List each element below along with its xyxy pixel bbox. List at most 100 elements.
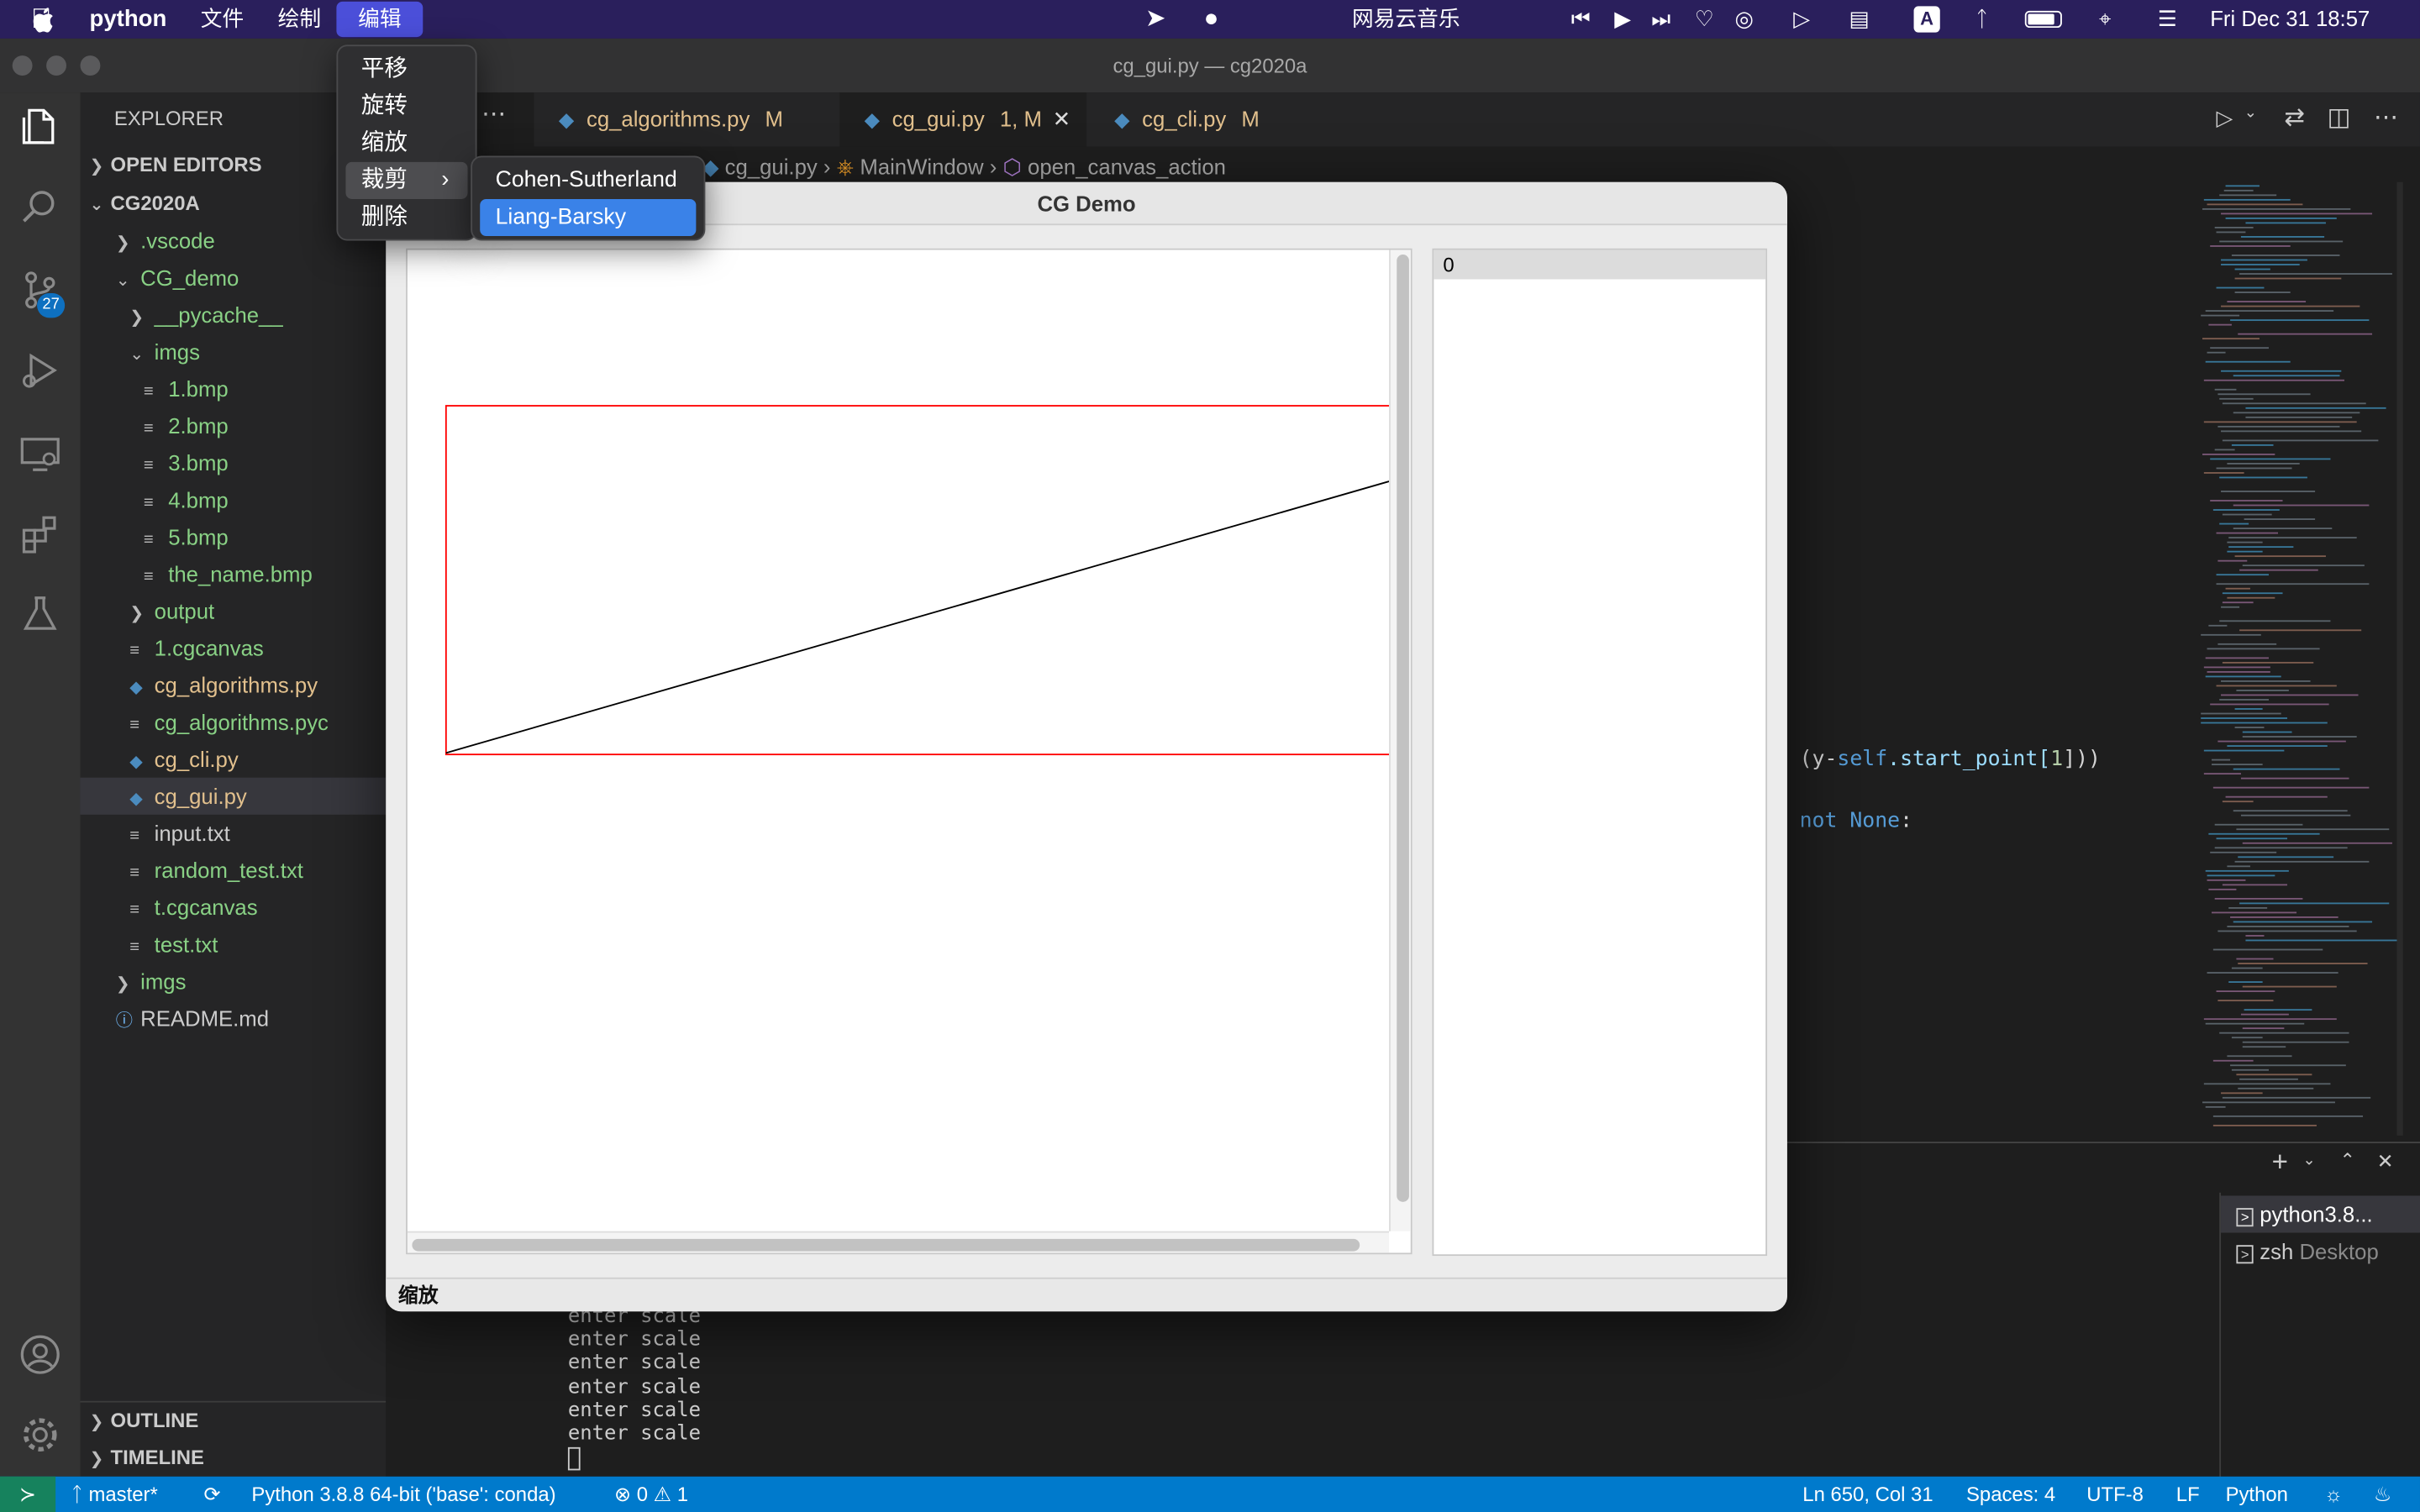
encoding[interactable]: UTF-8 xyxy=(2086,1477,2144,1512)
minimap[interactable] xyxy=(2195,182,2401,1136)
heart-icon[interactable]: ♡ xyxy=(1695,0,1714,39)
search-icon[interactable] xyxy=(18,185,61,228)
tree-item[interactable]: ⌄ CG_demo xyxy=(81,260,387,297)
netease-icon[interactable]: ◎ xyxy=(1734,0,1753,39)
play-icon[interactable]: ▶ xyxy=(1614,0,1631,39)
menu-edit[interactable]: 编辑 xyxy=(336,1,424,38)
list-header[interactable]: 0 xyxy=(1434,249,1766,280)
menu-item-translate[interactable]: 平移 xyxy=(345,51,467,88)
control-center-icon[interactable]: ☰ xyxy=(2158,0,2177,39)
input-source-icon[interactable]: A xyxy=(1913,6,1940,33)
menu-item-clip[interactable]: 裁剪 › xyxy=(345,161,468,199)
remote-explorer-icon[interactable] xyxy=(18,432,61,475)
vertical-scrollbar[interactable] xyxy=(1389,249,1411,1231)
split-editor-icon[interactable]: ◫ xyxy=(2328,102,2351,133)
terminal-session-python[interactable]: > python3.8... xyxy=(2221,1195,2420,1233)
tree-item[interactable]: ❯ output xyxy=(81,592,387,629)
run-debug-icon[interactable] xyxy=(18,349,61,391)
end-of-line[interactable]: LF xyxy=(2176,1477,2200,1512)
breadcrumb-class[interactable]: MainWindow xyxy=(860,155,983,179)
extensions-icon[interactable] xyxy=(18,512,61,555)
tree-item[interactable]: ≡ input.txt xyxy=(81,815,387,852)
next-track-icon[interactable]: ⏭ xyxy=(1651,0,1670,39)
horizontal-scrollbar[interactable] xyxy=(407,1231,1390,1253)
qq-icon[interactable]: ● xyxy=(1204,0,1219,39)
close-window-button[interactable] xyxy=(12,55,33,76)
problems-indicator[interactable]: ⊗ 0 ⚠ 1 xyxy=(614,1477,688,1512)
notifications-bell-icon[interactable]: ♨ xyxy=(2374,1477,2391,1512)
tab-cg-cli[interactable]: ◆ cg_cli.py M xyxy=(1090,92,1293,146)
tree-item[interactable]: ≡ 2.bmp xyxy=(81,407,387,444)
tab-cg-algorithms[interactable]: ◆ cg_algorithms.py M xyxy=(534,92,840,146)
account-icon[interactable] xyxy=(18,1333,61,1376)
tree-item[interactable]: ≡ t.cgcanvas xyxy=(81,889,387,926)
testing-icon[interactable] xyxy=(18,592,61,635)
terminal-session-zsh[interactable]: > zsh Desktop xyxy=(2221,1233,2420,1270)
tree-item[interactable]: ≡ 3.bmp xyxy=(81,444,387,481)
send-icon[interactable]: ➤ xyxy=(1145,0,1166,39)
tree-item[interactable]: ≡ random_test.txt xyxy=(81,852,387,889)
tree-item[interactable]: ❯ imgs xyxy=(81,963,387,1000)
remote-indicator-icon[interactable]: ≻ xyxy=(0,1476,56,1512)
menu-item-rotate[interactable]: 旋转 xyxy=(345,88,467,125)
timeline-section[interactable]: ❯ TIMELINE xyxy=(90,1440,204,1477)
indentation[interactable]: Spaces: 4 xyxy=(1966,1477,2055,1512)
close-tab-icon[interactable]: ✕ xyxy=(1053,92,1071,146)
tree-item[interactable]: ❯ __pycache__ xyxy=(81,297,387,333)
app-menu-python[interactable]: python xyxy=(90,0,167,39)
tree-item[interactable]: ≡ 1.cgcanvas xyxy=(81,629,387,666)
menu-file[interactable]: 文件 xyxy=(201,0,244,39)
terminal-output[interactable]: enter scale enter scale enter scale enter s… xyxy=(568,1305,701,1446)
more-actions-icon[interactable]: ⋯ xyxy=(2374,102,2398,133)
horizontal-scroll-thumb[interactable] xyxy=(412,1238,1360,1252)
breadcrumb-file[interactable]: cg_gui.py xyxy=(725,155,818,179)
clock[interactable]: Fri Dec 31 18:57 xyxy=(2210,0,2370,39)
menu-item-liang-barsky[interactable]: Liang-Barsky xyxy=(480,198,697,237)
tree-item[interactable]: ≡ cg_algorithms.pyc xyxy=(81,704,387,741)
feedback-icon[interactable]: ☼ xyxy=(2324,1477,2343,1512)
workspace-root[interactable]: ⌄ CG2020A xyxy=(90,185,200,222)
tree-item[interactable]: ≡ 1.bmp xyxy=(81,370,387,407)
menu-item-scale[interactable]: 缩放 xyxy=(345,125,467,162)
line-item[interactable] xyxy=(445,480,1390,754)
open-editors-section[interactable]: ❯ OPEN EDITORS xyxy=(90,146,262,183)
settings-gear-icon[interactable] xyxy=(18,1413,61,1456)
zoom-window-button[interactable] xyxy=(80,55,101,76)
tree-item[interactable]: ◆ cg_algorithms.py xyxy=(81,666,387,703)
menu-draw[interactable]: 绘制 xyxy=(278,0,321,39)
tree-item[interactable]: ≡ 4.bmp xyxy=(81,481,387,518)
wifi-icon[interactable]: ⌖ xyxy=(2099,0,2111,39)
new-terminal-icon[interactable]: + xyxy=(2272,1147,2288,1179)
tree-item[interactable]: ≡ test.txt xyxy=(81,926,387,963)
outline-section[interactable]: ❯ OUTLINE xyxy=(90,1403,199,1440)
tree-item[interactable]: ≡ the_name.bmp xyxy=(81,555,387,592)
tree-item[interactable]: ⓘ README.md xyxy=(81,1000,387,1037)
editor-scrollbar[interactable] xyxy=(2396,181,2403,1136)
chevron-down-icon[interactable]: ⌄ xyxy=(2244,105,2257,122)
breadcrumb-method[interactable]: open_canvas_action xyxy=(1028,155,1226,179)
code-line[interactable]: (y-self.start_point[1])) xyxy=(1800,747,2101,771)
language-mode[interactable]: Python xyxy=(2226,1477,2288,1512)
menu-item-delete[interactable]: 删除 xyxy=(345,199,467,236)
git-branch[interactable]: ᛏ master* xyxy=(71,1477,157,1512)
tree-item[interactable]: ◆ cg_cli.py xyxy=(81,741,387,778)
menu-item-cohen-sutherland[interactable]: Cohen-Sutherland xyxy=(480,162,696,199)
tree-item[interactable]: ◆ cg_gui.py xyxy=(80,777,387,815)
compare-changes-icon[interactable]: ⇄ xyxy=(2284,102,2305,133)
mute-icon[interactable]: ▤ xyxy=(1849,0,1869,39)
music-app-name[interactable]: 网易云音乐 xyxy=(1352,0,1460,39)
drawing-canvas[interactable] xyxy=(408,250,1390,1231)
explorer-icon[interactable] xyxy=(18,105,61,148)
code-line[interactable]: not None: xyxy=(1800,808,1912,832)
tree-item[interactable]: ≡ 5.bmp xyxy=(81,518,387,555)
python-interpreter[interactable]: Python 3.8.8 64-bit ('base': conda) xyxy=(251,1477,555,1512)
run-python-icon[interactable]: ▷ xyxy=(2217,105,2233,131)
sync-icon[interactable]: ⟳ xyxy=(203,1477,220,1512)
tree-item[interactable]: ⌄ imgs xyxy=(81,333,387,370)
vertical-scroll-thumb[interactable] xyxy=(1397,255,1409,1202)
previous-track-icon[interactable]: ⏮ xyxy=(1571,0,1591,39)
battery-icon[interactable] xyxy=(2024,10,2062,29)
chevron-down-icon[interactable]: ⌄ xyxy=(2302,1152,2315,1169)
maximize-panel-icon[interactable]: ⌃ xyxy=(2339,1149,2354,1171)
tab-cg-gui[interactable]: ◆ cg_gui.py 1, M ✕ xyxy=(839,92,1087,147)
